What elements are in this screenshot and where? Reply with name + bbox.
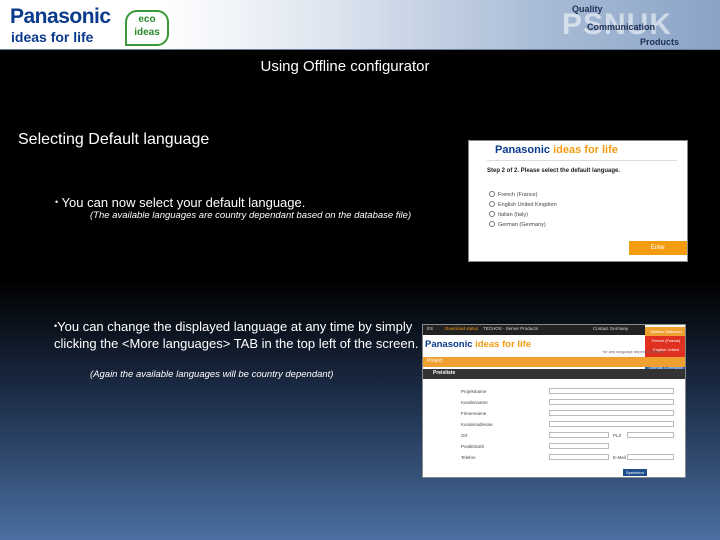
field-label: Kundenname: [461, 400, 488, 405]
note-again-dependant: (Again the available languages will be c…: [90, 369, 334, 380]
project-tab[interactable]: Project: [427, 358, 443, 364]
field-label: Projektname: [461, 389, 487, 394]
side-tab-french[interactable]: French (France): [645, 336, 685, 345]
step-text: Step 2 of 2. Please select the default l…: [487, 168, 621, 174]
eco-badge-line-2: ideas: [134, 27, 160, 38]
logo-brand: Panasonic: [425, 339, 473, 350]
top-tab-download[interactable]: Download status: [445, 326, 478, 331]
more-languages-hint: for any language dependent items: [603, 349, 664, 354]
side-tab-mailbox[interactable]: Mailbox Selection: [645, 327, 685, 336]
language-option-french[interactable]: French (France): [489, 191, 537, 198]
field-label: Kundenadresse: [461, 422, 493, 427]
plz-label: PLZ: [613, 433, 622, 438]
language-select-screenshot: Panasonic ideas for life Step 2 of 2. Pl…: [468, 140, 688, 262]
logo-brand: Panasonic: [495, 144, 551, 156]
section-bar: Preisliste: [423, 369, 685, 379]
bullet-glyph: •: [55, 197, 59, 207]
field-label: Postleitzahl: [461, 444, 485, 449]
panasonic-logo: Panasonic ideas for life: [10, 5, 125, 45]
top-tab-techos[interactable]: TECHOS - Server Products: [483, 326, 538, 331]
field-label: Ort: [461, 433, 468, 438]
slide-title: Using Offline configurator: [260, 58, 430, 75]
field-label: Firmenname: [461, 411, 487, 416]
customer-name-input[interactable]: [549, 399, 674, 405]
email-input[interactable]: [627, 454, 674, 460]
eco-ideas-badge: eco ideas: [125, 10, 169, 46]
section-bar-label: Preisliste: [433, 370, 456, 376]
plz-input[interactable]: [627, 432, 674, 438]
brand-tagline: ideas for life: [11, 29, 94, 45]
project-name-input[interactable]: [549, 388, 674, 394]
top-left-label: ES: [427, 326, 434, 331]
company-name-input[interactable]: [549, 410, 674, 416]
section-heading: Selecting Default language: [18, 131, 210, 148]
brand-name: Panasonic: [10, 5, 111, 28]
configurator-screenshot: ES Download status TECHOS - Server Produ…: [422, 324, 686, 478]
postcode-input[interactable]: [549, 443, 609, 449]
bullet-select-language: • You can now select your default langua…: [55, 195, 305, 210]
save-button[interactable]: Speichern: [623, 469, 647, 476]
note-country-dependant: (The available languages are country dep…: [90, 210, 412, 221]
customer-address-input[interactable]: [549, 421, 674, 427]
bullet-text: You can change the displayed language at…: [54, 319, 419, 351]
psnuk-logo: PSNUK Quality Communication Products: [560, 2, 710, 48]
logo-tagline: ideas for life: [475, 339, 532, 350]
project-bar: Project: [423, 357, 685, 367]
bullet-change-language: •You can change the displayed language a…: [54, 318, 424, 352]
header-banner: Panasonic ideas for life eco ideas PSNUK…: [0, 0, 720, 50]
language-option-english[interactable]: English United Kingdom: [489, 201, 557, 208]
language-option-german[interactable]: German (Germany): [489, 221, 546, 228]
psnuk-communication: Communication: [587, 22, 656, 32]
city-input[interactable]: [549, 432, 609, 438]
screenshot-panasonic-logo: Panasonic ideas for life: [495, 144, 618, 156]
eco-badge-line-1: eco: [138, 14, 156, 25]
psnuk-products: Products: [640, 37, 680, 47]
field-label: Telefon: [461, 455, 476, 460]
top-right-contact[interactable]: Contact Germany: [593, 326, 628, 331]
psnuk-quality: Quality: [572, 4, 603, 14]
screenshot-panasonic-logo: Panasonic ideas for life: [425, 339, 531, 350]
phone-input[interactable]: [549, 454, 609, 460]
divider: [487, 160, 677, 161]
email-label: E-Mail: [613, 455, 626, 460]
enter-button[interactable]: Enter: [629, 241, 687, 255]
bullet-text: You can now select your default language…: [61, 195, 306, 210]
logo-tagline: ideas for life: [553, 144, 618, 156]
language-option-italian[interactable]: Italian (Italy): [489, 211, 528, 218]
